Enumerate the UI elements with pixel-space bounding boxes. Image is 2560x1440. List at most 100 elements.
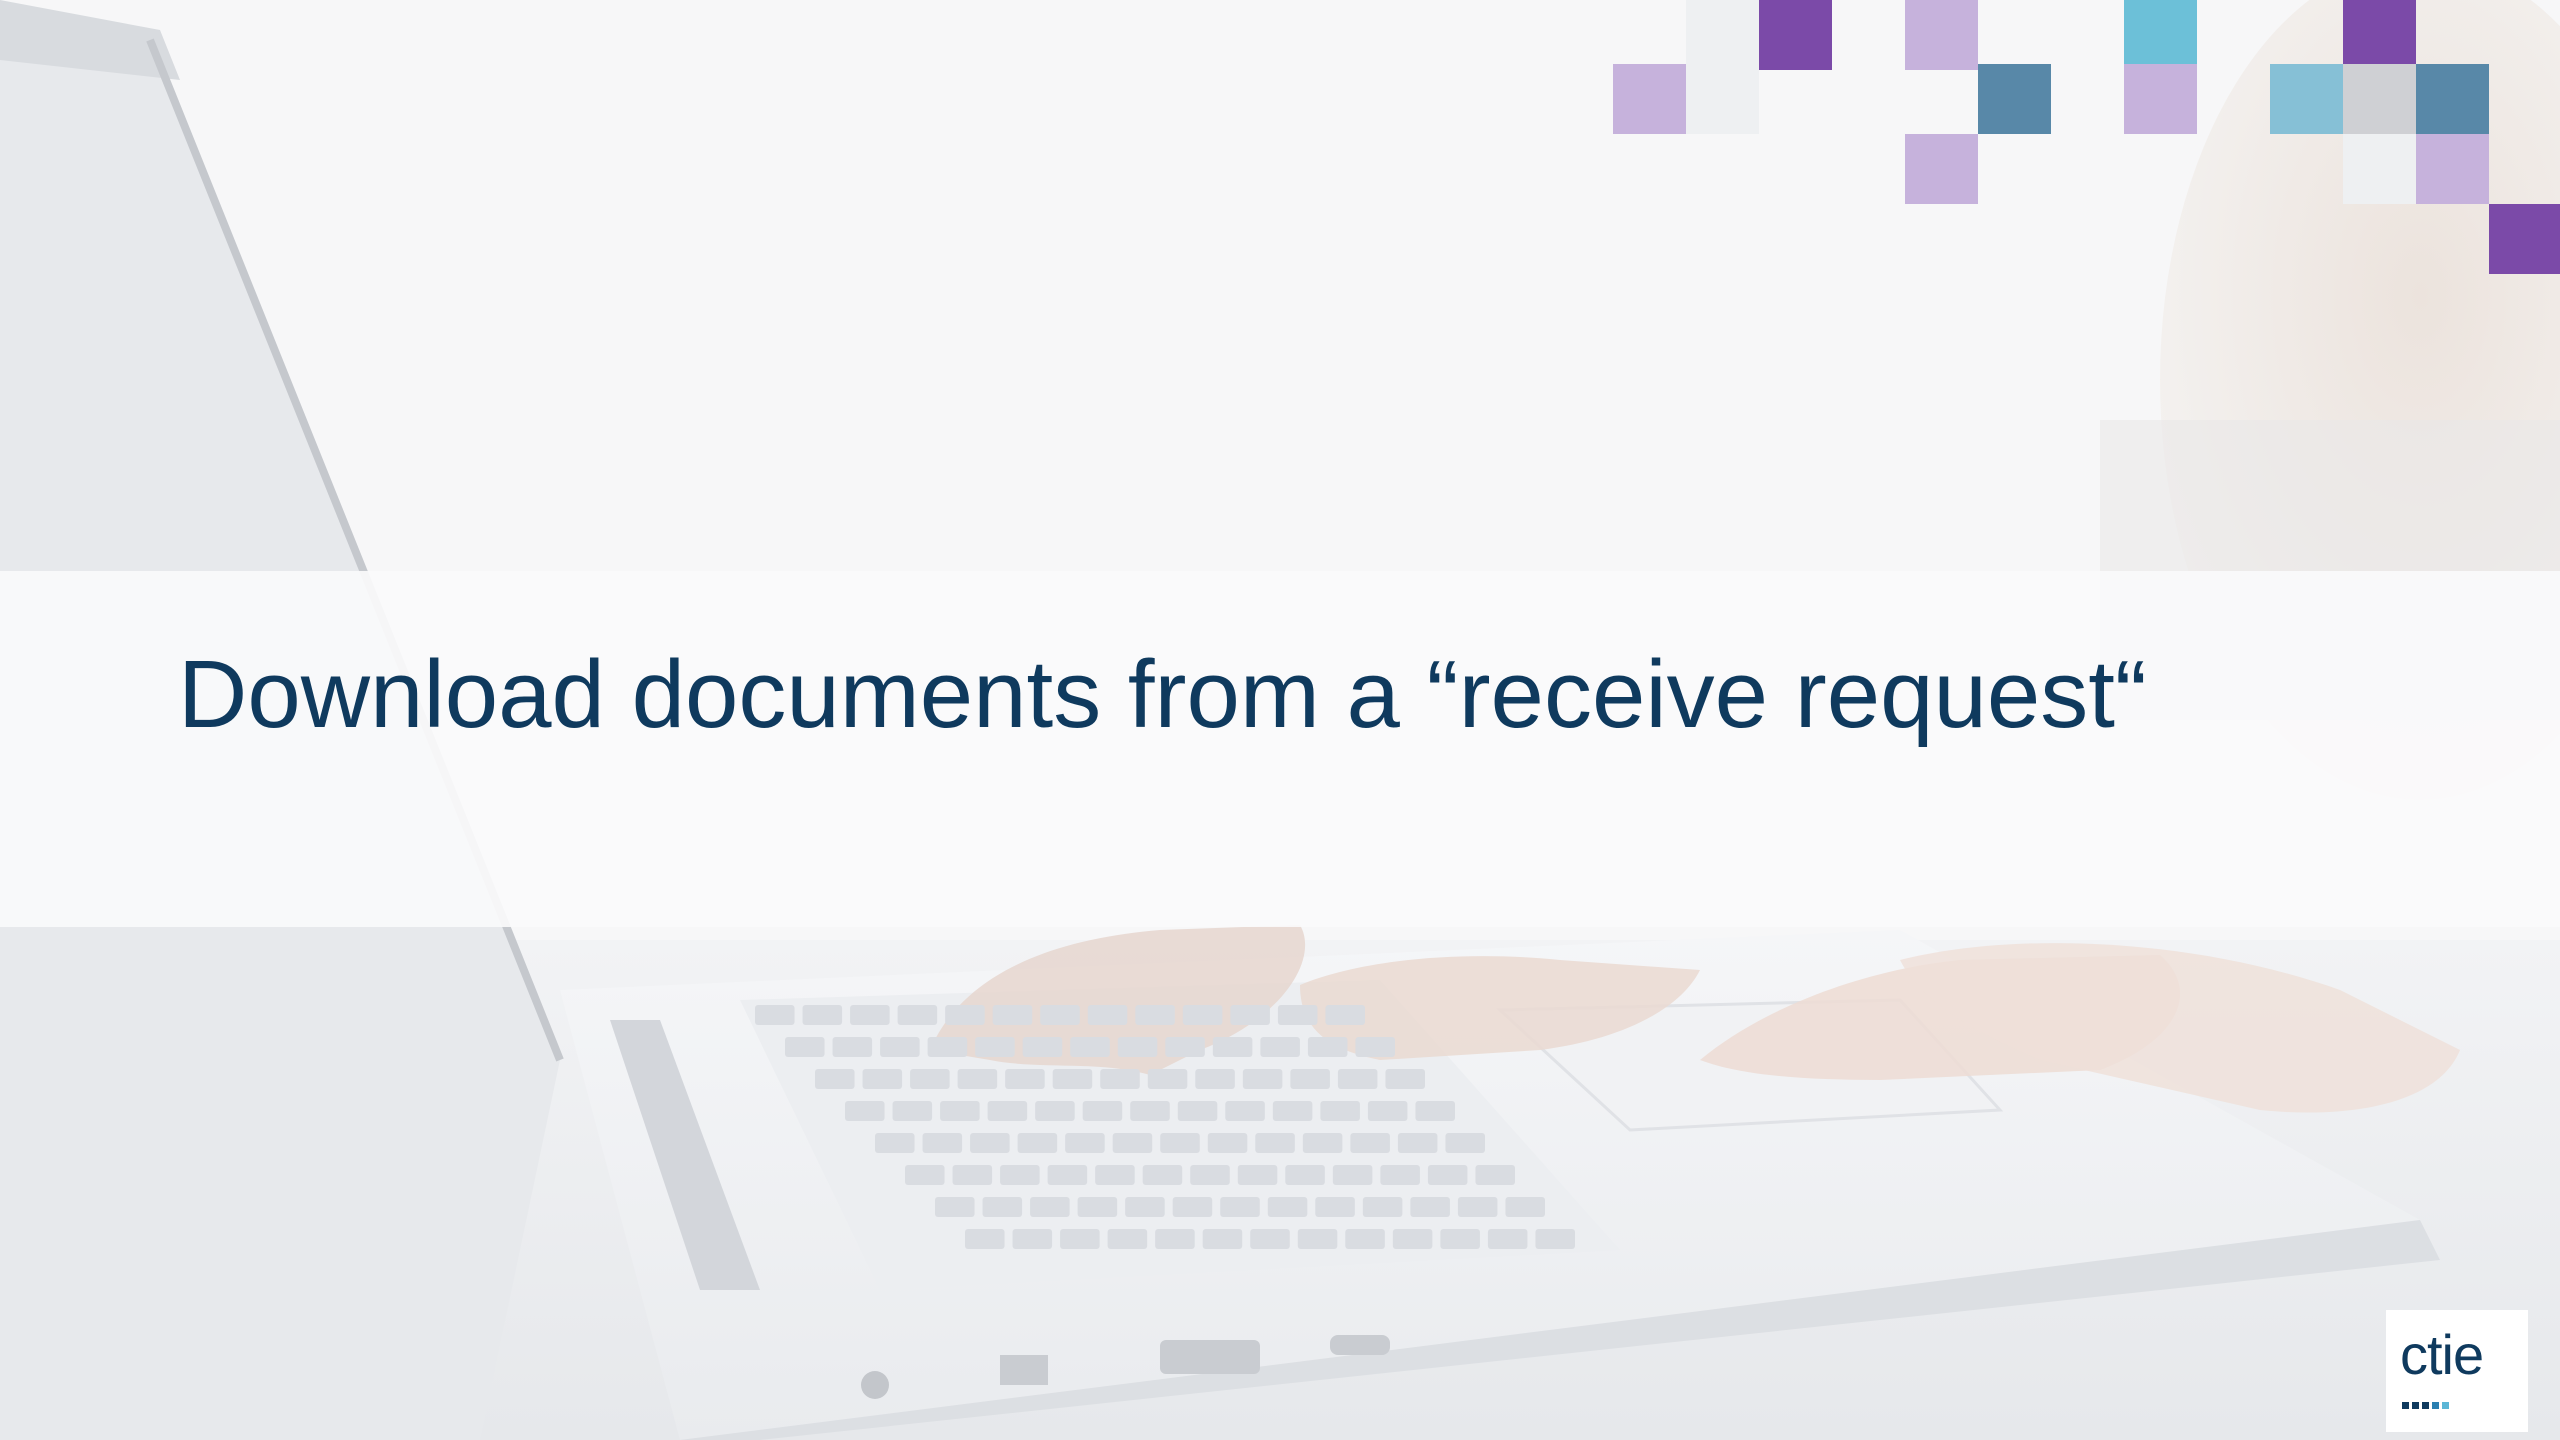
keyboard-key <box>1337 1069 1378 1089</box>
mosaic-square <box>2489 204 2560 274</box>
keyboard-key <box>910 1069 950 1089</box>
keyboard-key <box>1230 1005 1270 1025</box>
keyboard-key <box>1415 1101 1455 1121</box>
keyboard-key <box>940 1101 980 1121</box>
slide: Download documents from a “receive reque… <box>0 0 2560 1440</box>
keyboard-key <box>1005 1069 1045 1089</box>
keyboard-key <box>1250 1229 1290 1249</box>
keyboard-key <box>1397 1133 1438 1153</box>
keyboard-key <box>892 1101 933 1121</box>
keyboard-key <box>1445 1133 1485 1153</box>
keyboard-key <box>1030 1197 1070 1217</box>
keyboard-key <box>982 1197 1023 1217</box>
keyboard-key <box>1125 1197 1165 1217</box>
keyboard-key <box>1212 1037 1253 1057</box>
pixel-mosaic-decoration <box>0 0 2560 300</box>
keyboard-key <box>952 1165 993 1185</box>
mosaic-square <box>2343 134 2416 204</box>
logo-dot <box>2422 1402 2429 1409</box>
mosaic-square <box>2124 64 2197 134</box>
keyboard-key <box>1172 1197 1213 1217</box>
keyboard-key <box>1362 1197 1403 1217</box>
keyboard-key <box>850 1005 890 1025</box>
keyboard-key <box>1285 1165 1325 1185</box>
keyboard-key <box>1290 1069 1330 1089</box>
keyboard-key <box>1315 1197 1355 1217</box>
keyboard-key <box>1457 1197 1498 1217</box>
keyboard-key <box>1332 1165 1373 1185</box>
keyboard-key <box>922 1133 963 1153</box>
keyboard-key <box>1242 1069 1283 1089</box>
keyboard-key <box>1325 1005 1365 1025</box>
keyboard-key <box>1307 1037 1348 1057</box>
keyboard-key <box>1077 1197 1118 1217</box>
slide-title: Download documents from a “receive reque… <box>178 641 2147 748</box>
keyboard-key <box>1380 1165 1420 1185</box>
keyboard-key <box>935 1197 975 1217</box>
keyboard-key <box>1165 1037 1205 1057</box>
keyboard-key <box>1475 1165 1515 1185</box>
keyboard-key <box>1182 1005 1223 1025</box>
keyboard-key <box>1177 1101 1218 1121</box>
mosaic-square <box>1686 0 1759 70</box>
keyboard-key <box>897 1005 938 1025</box>
keyboard-key <box>1320 1101 1360 1121</box>
keyboard-key <box>755 1005 795 1025</box>
keyboard-key <box>1022 1037 1063 1057</box>
keyboard-key <box>1130 1101 1170 1121</box>
keyboard-key <box>905 1165 945 1185</box>
keyboard-key <box>1367 1101 1408 1121</box>
keyboard-key <box>1267 1197 1308 1217</box>
keyboard-key <box>1017 1133 1058 1153</box>
keyboard-key <box>1155 1229 1195 1249</box>
keyboard-key <box>1237 1165 1278 1185</box>
keyboard-key <box>927 1037 968 1057</box>
keyboard-key <box>1385 1069 1425 1089</box>
keyboard-key <box>1202 1229 1243 1249</box>
keyboard-key <box>832 1037 873 1057</box>
keyboard-key <box>785 1037 825 1057</box>
mosaic-square <box>1613 64 1686 134</box>
keyboard-key <box>1487 1229 1528 1249</box>
keyboard-key <box>1207 1133 1248 1153</box>
keyboard-key <box>1440 1229 1480 1249</box>
keyboard-key <box>1195 1069 1235 1089</box>
keyboard-key <box>1035 1101 1075 1121</box>
keyboard-key <box>1147 1069 1188 1089</box>
mosaic-square <box>2416 134 2489 204</box>
ctie-logo: ctie <box>2386 1310 2528 1432</box>
mosaic-square <box>2416 64 2489 134</box>
mosaic-square <box>1905 134 1978 204</box>
keyboard-key <box>1392 1229 1433 1249</box>
keyboard-key <box>1260 1037 1300 1057</box>
keyboard-key <box>1107 1229 1148 1249</box>
logo-dot <box>2402 1402 2409 1409</box>
keyboard-key <box>1047 1165 1088 1185</box>
keyboard-key <box>1087 1005 1128 1025</box>
keyboard-key <box>1427 1165 1468 1185</box>
mosaic-square <box>2124 0 2197 70</box>
mosaic-square <box>2270 64 2343 134</box>
keyboard-key <box>1220 1197 1260 1217</box>
keyboard-key <box>1052 1069 1093 1089</box>
keyboard-key <box>1302 1133 1343 1153</box>
keyboard-key <box>1410 1197 1450 1217</box>
ctie-logo-dots <box>2402 1402 2472 1410</box>
logo-dot <box>2442 1402 2449 1409</box>
keyboard-key <box>802 1005 843 1025</box>
keyboard-key <box>1142 1165 1183 1185</box>
keyboard-key <box>1112 1133 1153 1153</box>
keyboard-key <box>1135 1005 1175 1025</box>
mosaic-square <box>1905 0 1978 70</box>
mosaic-square <box>2343 64 2416 134</box>
keyboard-key <box>1117 1037 1158 1057</box>
keyboard-key <box>1505 1197 1545 1217</box>
keyboard-key <box>992 1005 1033 1025</box>
keyboard-key <box>880 1037 920 1057</box>
keyboard-key <box>845 1101 885 1121</box>
keyboard-key <box>1277 1005 1318 1025</box>
keyboard-key <box>1535 1229 1575 1249</box>
keyboard-key <box>987 1101 1028 1121</box>
mosaic-square <box>1759 0 1832 70</box>
keyboard-key <box>970 1133 1010 1153</box>
